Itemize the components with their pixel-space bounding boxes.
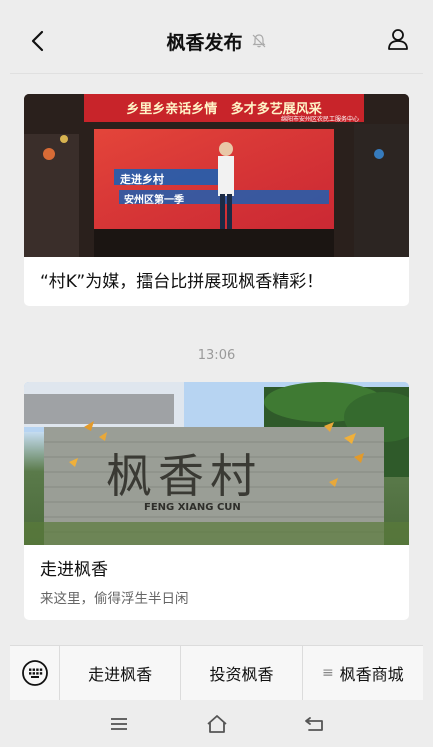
profile-button[interactable] <box>383 24 413 54</box>
article-title[interactable]: “村K”为媒，擂台比拼展现枫香精彩！ <box>24 257 409 293</box>
bell-muted-icon <box>252 34 265 48</box>
back-arrow-icon <box>304 716 323 731</box>
person-icon <box>388 29 408 50</box>
bottom-menu-bar: 走进枫香 投资枫香 ≡ 枫香商城 <box>10 645 423 701</box>
chevron-left-icon <box>31 30 44 52</box>
menu-item-touzi[interactable]: 投资枫香 <box>181 645 303 701</box>
article-card[interactable]: 乡里乡亲话乡情 多才多艺展风采 绵阳市安州区农民工服务中心 走进乡村 安州区第一… <box>24 94 409 306</box>
page-title: 枫香发布 <box>166 31 243 54</box>
submenu-indicator-icon: ≡ <box>321 665 334 681</box>
message-feed[interactable]: 乡里乡亲话乡情 多才多艺展风采 绵阳市安州区农民工服务中心 走进乡村 安州区第一… <box>10 73 423 643</box>
home-button[interactable] <box>203 710 231 738</box>
chat-header: 枫香发布 <box>10 10 423 72</box>
menu-item-shangcheng[interactable]: ≡ 枫香商城 <box>303 646 423 701</box>
title-group: 枫香发布 <box>166 28 266 55</box>
system-nav-bar <box>0 700 433 747</box>
article-subtitle: 来这里，偷得浮生半日闲 <box>40 591 189 607</box>
keyboard-toggle-button[interactable] <box>10 645 60 701</box>
message-timestamp: 13:06 <box>197 348 236 363</box>
system-back-button[interactable] <box>301 710 329 738</box>
article-image: 乡里乡亲话乡情 多才多艺展风采 绵阳市安州区农民工服务中心 走进乡村 安州区第一… <box>24 94 409 257</box>
sign-text: 枫香村 <box>106 449 262 503</box>
sign-pinyin: FENG XIANG CUN <box>144 502 241 513</box>
banner-org-text: 绵阳市安州区农民工服务中心 <box>280 116 359 123</box>
menu-icon <box>110 717 127 730</box>
recent-apps-button[interactable] <box>105 710 133 738</box>
menu-item-zoujin[interactable]: 走进枫香 <box>60 645 182 701</box>
article-image: 枫香村 FENG XIANG CUN <box>24 382 409 545</box>
keyboard-icon <box>21 660 48 686</box>
home-icon <box>206 714 227 733</box>
stage-text-line2: 安州区第一季 <box>124 195 184 206</box>
menu-item-label: 走进枫香 <box>88 665 153 684</box>
menu-item-label: 枫香商城 <box>339 665 404 684</box>
stage-text-line1: 走进乡村 <box>120 173 164 186</box>
article-card[interactable]: 枫香村 FENG XIANG CUN 走进枫香 来这里，偷得浮生半日闲 <box>24 382 409 620</box>
article-title[interactable]: 走进枫香 <box>24 545 409 581</box>
back-button[interactable] <box>22 26 52 56</box>
menu-item-label: 投资枫香 <box>209 665 274 684</box>
